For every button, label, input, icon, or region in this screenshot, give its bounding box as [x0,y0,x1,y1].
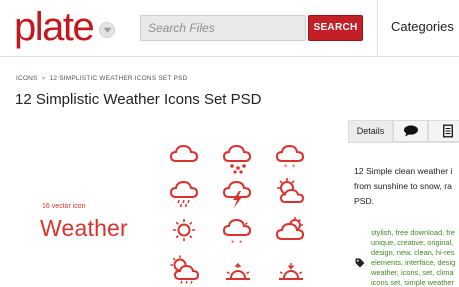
header-divider [377,0,378,57]
tabs-divider [348,142,459,143]
cloud-hail-icon [222,144,252,174]
details-tabs: Details [348,120,459,142]
breadcrumb-item-icons[interactable]: ICONS [16,75,38,82]
cloud-snow-icon: * * [275,144,305,170]
breadcrumb-item-current: 12 SIMPLISTIC WEATHER ICONS SET PSD [49,75,188,82]
tab-info[interactable] [428,120,459,142]
page-title: 12 Simplistic Weather Icons Set PSD [15,91,262,108]
tag-list: stylish, free download, fre unique, crea… [371,228,455,287]
cloud-sun-behind-icon [275,217,305,240]
cloud-rain-icon [169,180,199,208]
svg-text:*: * [231,239,235,247]
search-button[interactable]: SEARCH [308,15,363,41]
sunset-icon [279,263,303,280]
comment-icon [403,125,418,137]
tag-line[interactable]: weather, icons, set, clima [371,268,455,278]
search-input[interactable] [140,15,306,41]
sun-cloud-rain-icon [170,255,200,284]
cloud-icon [169,144,199,162]
page: plate SEARCH Categories ICONS>12 SIMPLIS… [0,0,459,287]
preview-image: 16 vector icon Weather * * * * [15,118,337,287]
tag-line[interactable]: elements, interface, desig [371,258,455,268]
tab-details[interactable]: Details [348,120,393,142]
description-line: 12 Simple clean weather i [354,166,453,176]
site-header: plate SEARCH Categories [0,0,459,57]
description-line: from sunshine to snow, ra [354,181,452,191]
sunrise-icon [226,262,250,280]
site-logo[interactable]: plate [14,3,95,51]
breadcrumb: ICONS >12 SIMPLISTIC WEATHER ICONS SET PS… [16,75,187,82]
svg-text:*: * [292,163,296,170]
tab-comments[interactable] [393,120,428,142]
tag-line[interactable]: stylish, free download, fre [371,228,455,238]
preview-subtitle: 16 vector icon [42,203,86,210]
sun-cloud-icon [277,178,305,203]
categories-menu[interactable]: Categories [391,19,454,34]
cloud-lightning-icon [222,180,252,208]
tag-line[interactable]: unique, creative, original, [371,238,455,248]
tag-line[interactable]: icons set, simple weather [371,278,455,287]
document-icon [443,124,453,138]
sun-icon [173,219,195,241]
svg-text:*: * [284,163,288,170]
item-description: 12 Simple clean weather i from sunshine … [354,164,459,209]
breadcrumb-separator: > [41,75,46,82]
tag-icon [355,258,365,268]
preview-heading: Weather [40,215,128,241]
cloud-snow-sun-icon: * * [222,218,252,247]
svg-text:*: * [239,239,243,247]
description-line: PSD. [354,196,375,206]
chevron-down-icon[interactable] [99,22,115,38]
tag-line[interactable]: design, new, clean, hi-res [371,248,455,258]
